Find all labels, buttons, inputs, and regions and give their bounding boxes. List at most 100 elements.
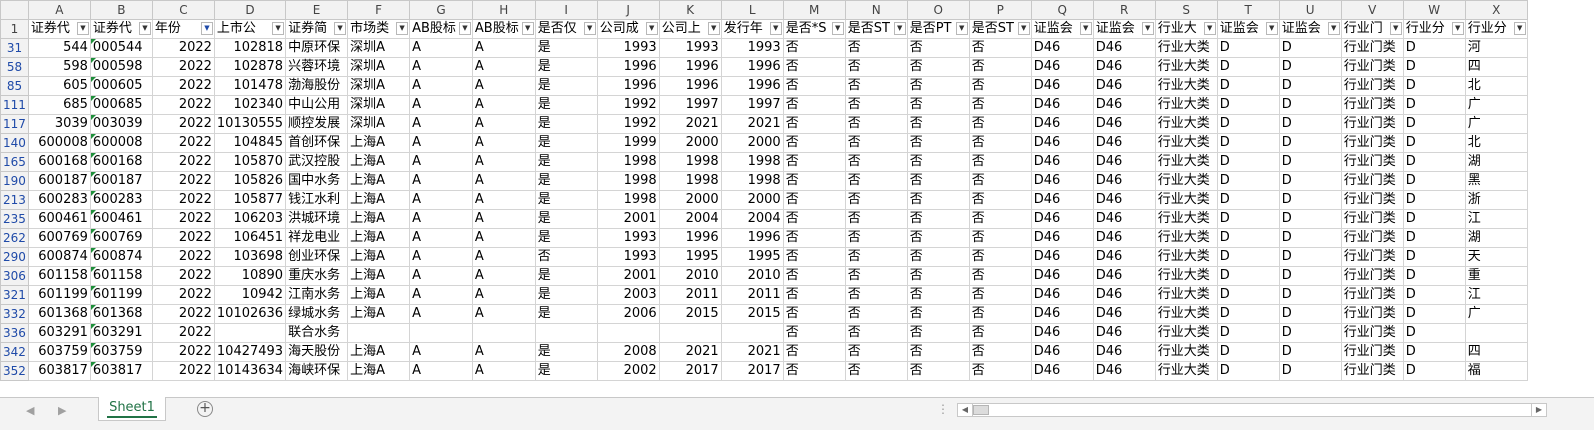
- table-cell[interactable]: D46: [1030, 152, 1094, 172]
- table-cell[interactable]: 否: [782, 266, 846, 286]
- table-cell[interactable]: D46: [1030, 285, 1094, 305]
- table-cell[interactable]: 104845: [213, 133, 287, 153]
- table-cell[interactable]: 2001: [596, 266, 660, 286]
- table-cell[interactable]: D: [1402, 266, 1466, 286]
- table-cell[interactable]: 行业门类: [1340, 247, 1404, 267]
- table-cell[interactable]: 否: [782, 342, 846, 362]
- filter-dropdown-icon[interactable]: ▼: [645, 22, 658, 35]
- table-cell[interactable]: 2008: [596, 342, 660, 362]
- table-cell[interactable]: 是: [534, 152, 598, 172]
- table-cell[interactable]: 2002: [596, 361, 660, 381]
- table-cell[interactable]: A: [471, 247, 536, 267]
- table-cell[interactable]: A: [409, 76, 473, 96]
- table-cell[interactable]: 中原环保: [285, 38, 349, 58]
- filter-dropdown-icon[interactable]: ▼: [396, 22, 409, 35]
- table-cell[interactable]: A: [471, 228, 536, 248]
- scroll-tabs-left-icon[interactable]: ◀: [26, 404, 34, 417]
- table-cell[interactable]: [471, 323, 536, 343]
- table-cell[interactable]: D46: [1030, 114, 1094, 134]
- table-cell[interactable]: 否: [844, 76, 908, 96]
- table-cell[interactable]: 3039: [27, 114, 91, 134]
- table-cell[interactable]: A: [409, 247, 473, 267]
- column-header-e[interactable]: E: [285, 0, 349, 20]
- column-header-l[interactable]: L: [720, 0, 784, 20]
- header-cell[interactable]: 行业门 ▼: [1340, 19, 1404, 39]
- table-cell[interactable]: 2010: [658, 266, 722, 286]
- table-cell[interactable]: A: [409, 361, 473, 381]
- table-cell[interactable]: A: [409, 57, 473, 77]
- table-cell[interactable]: 否: [906, 95, 970, 115]
- table-cell[interactable]: D: [1216, 114, 1280, 134]
- table-cell[interactable]: 否: [782, 114, 846, 134]
- filter-dropdown-icon[interactable]: ▼: [521, 22, 534, 35]
- table-cell[interactable]: D: [1216, 95, 1280, 115]
- table-cell[interactable]: 否: [844, 171, 908, 191]
- table-cell[interactable]: A: [409, 285, 473, 305]
- table-cell[interactable]: 否: [906, 342, 970, 362]
- table-cell[interactable]: D46: [1030, 247, 1094, 267]
- table-cell[interactable]: 是: [534, 190, 598, 210]
- table-cell[interactable]: 1996: [720, 57, 784, 77]
- header-cell[interactable]: 是否PT ▼: [906, 19, 970, 39]
- table-cell[interactable]: 是: [534, 95, 598, 115]
- table-cell[interactable]: 否: [844, 95, 908, 115]
- table-cell[interactable]: 600461: [89, 209, 153, 229]
- table-cell[interactable]: 否: [968, 361, 1032, 381]
- table-cell[interactable]: 600874: [89, 247, 153, 267]
- table-cell[interactable]: 否: [906, 57, 970, 77]
- table-cell[interactable]: D: [1278, 152, 1342, 172]
- table-cell[interactable]: 1995: [658, 247, 722, 267]
- column-header-i[interactable]: I: [534, 0, 598, 20]
- row-header[interactable]: 321: [0, 285, 29, 305]
- table-cell[interactable]: 2022: [151, 228, 215, 248]
- table-cell[interactable]: 600008: [27, 133, 91, 153]
- table-cell[interactable]: D46: [1030, 266, 1094, 286]
- table-cell[interactable]: D: [1278, 190, 1342, 210]
- row-header[interactable]: 117: [0, 114, 29, 134]
- table-cell[interactable]: 2003: [596, 285, 660, 305]
- table-cell[interactable]: 否: [844, 114, 908, 134]
- table-cell[interactable]: 行业大类: [1154, 171, 1218, 191]
- table-cell[interactable]: 上海A: [347, 361, 411, 381]
- table-cell[interactable]: 否: [906, 38, 970, 58]
- header-cell[interactable]: 是否ST ▼: [844, 19, 908, 39]
- table-cell[interactable]: 2022: [151, 76, 215, 96]
- header-cell[interactable]: 是否*S ▼: [782, 19, 846, 39]
- table-cell[interactable]: D46: [1030, 190, 1094, 210]
- column-header-q[interactable]: Q: [1030, 0, 1094, 20]
- filter-dropdown-icon[interactable]: ▼: [76, 22, 89, 35]
- table-cell[interactable]: 2022: [151, 171, 215, 191]
- table-cell[interactable]: 广: [1464, 95, 1528, 115]
- table-cell[interactable]: 否: [906, 133, 970, 153]
- scroll-right-icon[interactable]: ▶: [1531, 404, 1546, 416]
- table-cell[interactable]: 福: [1464, 361, 1528, 381]
- table-cell[interactable]: 否: [844, 342, 908, 362]
- table-cell[interactable]: 105826: [213, 171, 287, 191]
- table-cell[interactable]: D: [1278, 228, 1342, 248]
- table-cell[interactable]: 否: [968, 342, 1032, 362]
- row-header[interactable]: 290: [0, 247, 29, 267]
- header-cell[interactable]: 公司上 ▼: [658, 19, 722, 39]
- row-header[interactable]: 1: [0, 19, 29, 39]
- table-cell[interactable]: 102340: [213, 95, 287, 115]
- column-header-d[interactable]: D: [213, 0, 287, 20]
- table-cell[interactable]: A: [471, 342, 536, 362]
- table-cell[interactable]: 1996: [720, 76, 784, 96]
- table-cell[interactable]: 行业大类: [1154, 342, 1218, 362]
- table-cell[interactable]: 深圳A: [347, 114, 411, 134]
- header-cell[interactable]: 行业大 ▼: [1154, 19, 1218, 39]
- table-cell[interactable]: 否: [782, 171, 846, 191]
- table-cell[interactable]: D46: [1092, 152, 1156, 172]
- table-cell[interactable]: 否: [968, 171, 1032, 191]
- table-cell[interactable]: 否: [906, 171, 970, 191]
- row-header[interactable]: 332: [0, 304, 29, 324]
- table-cell[interactable]: 上海A: [347, 152, 411, 172]
- filter-dropdown-icon[interactable]: ▼: [831, 22, 844, 35]
- column-header-m[interactable]: M: [782, 0, 846, 20]
- filter-dropdown-icon[interactable]: ▼: [138, 22, 151, 35]
- filter-dropdown-icon[interactable]: ▼: [1079, 22, 1092, 35]
- filter-dropdown-icon[interactable]: ▼: [769, 22, 782, 35]
- table-cell[interactable]: 是: [534, 38, 598, 58]
- table-cell[interactable]: 行业大类: [1154, 95, 1218, 115]
- table-cell[interactable]: 否: [782, 304, 846, 324]
